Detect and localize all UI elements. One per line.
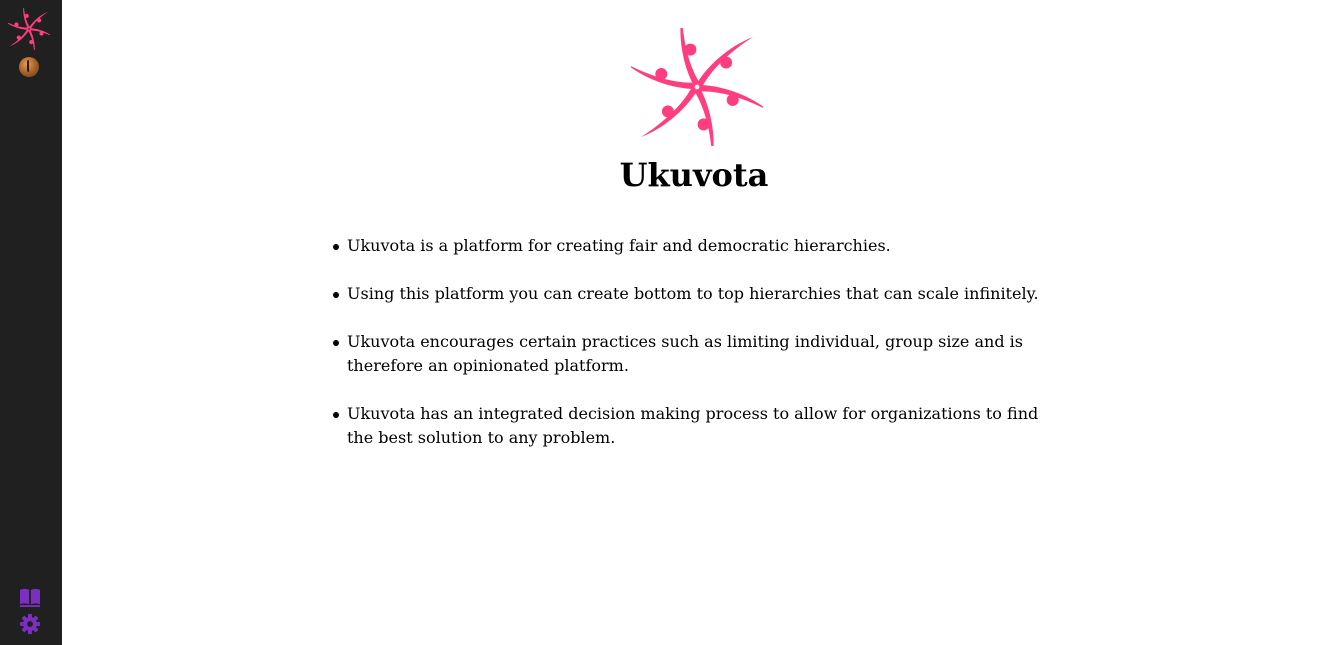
main-content: Ukuvota Ukuvota is a platform for creati… [62, 0, 1326, 645]
ukuvota-logo-icon [631, 28, 763, 146]
list-item: Ukuvota encourages certain practices suc… [333, 330, 1057, 378]
list-item: Ukuvota is a platform for creating fair … [333, 234, 1057, 258]
user-avatar-icon[interactable] [19, 57, 39, 77]
ukuvota-logo-icon[interactable] [8, 8, 50, 50]
book-open-icon[interactable] [19, 587, 41, 607]
list-item: Ukuvota has an integrated decision makin… [333, 402, 1057, 450]
sidebar [0, 0, 62, 645]
intro-list: Ukuvota is a platform for creating fair … [332, 234, 1057, 474]
gear-icon[interactable] [19, 613, 41, 635]
list-item: Using this platform you can create botto… [333, 282, 1057, 306]
page-title: Ukuvota [619, 156, 769, 194]
